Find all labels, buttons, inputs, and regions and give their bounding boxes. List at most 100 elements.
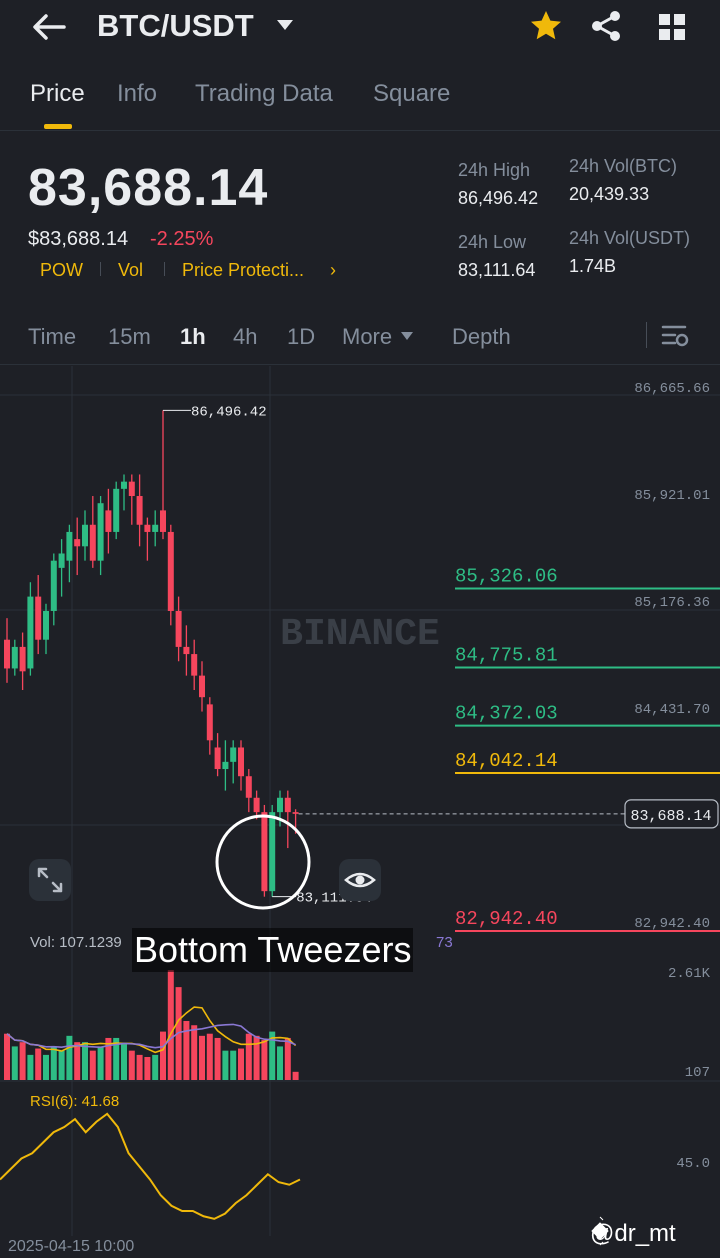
volume-axis-label: 2.61K bbox=[668, 966, 711, 982]
candle-body bbox=[136, 496, 143, 525]
candle-body bbox=[245, 776, 252, 798]
tab-trading-data[interactable]: Trading Data bbox=[195, 80, 333, 108]
price-axis-label: 82,942.40 bbox=[634, 916, 710, 932]
volume-bar bbox=[128, 1050, 135, 1080]
candle-body bbox=[89, 524, 96, 561]
candle-body bbox=[230, 747, 237, 762]
binance-watermark: BINANCE bbox=[280, 613, 440, 656]
volume-bar bbox=[97, 1046, 104, 1080]
interval-4h[interactable]: 4h bbox=[233, 324, 257, 350]
candle-body bbox=[35, 596, 42, 640]
interval-1h[interactable]: 1h bbox=[180, 324, 206, 350]
volume-bar bbox=[160, 1031, 166, 1080]
chart-top-divider bbox=[0, 364, 720, 365]
price-axis: 86,665.66 85,921.01 85,176.36 84,431.70 82,9… bbox=[634, 381, 710, 932]
price-axis-label: 85,176.36 bbox=[634, 595, 710, 611]
interval-time[interactable]: Time bbox=[28, 324, 76, 350]
candle-body bbox=[43, 610, 49, 640]
share-icon[interactable] bbox=[588, 8, 624, 44]
price-axis-label: 84,431.70 bbox=[634, 702, 710, 718]
stat-24h-high-label: 24h High bbox=[458, 160, 531, 180]
candle-body bbox=[19, 646, 26, 672]
percent-change: -2.25% bbox=[150, 228, 214, 250]
arrow-left-icon[interactable] bbox=[28, 10, 68, 44]
candle-body bbox=[175, 610, 182, 647]
candle-body bbox=[253, 797, 260, 813]
volume-bar bbox=[199, 1035, 205, 1080]
candle-body bbox=[191, 654, 198, 676]
candle-body bbox=[152, 524, 159, 532]
expand-icon[interactable] bbox=[29, 859, 71, 901]
caret-down-icon[interactable] bbox=[276, 18, 294, 32]
volume-bar bbox=[43, 1054, 49, 1080]
chart-settings-icon[interactable] bbox=[660, 322, 690, 350]
candle-body bbox=[121, 481, 127, 489]
top-bar: BTC/USDT bbox=[0, 0, 720, 56]
tag-separator bbox=[164, 262, 165, 276]
rsi-label: RSI(6): 41.68 bbox=[30, 1093, 120, 1110]
interval-depth[interactable]: Depth bbox=[452, 324, 511, 350]
volume-bar bbox=[74, 1042, 81, 1080]
stat-24h-vol-btc-label: 24h Vol(BTC) bbox=[569, 156, 678, 176]
volume-bar bbox=[144, 1057, 151, 1080]
active-tab-indicator bbox=[44, 124, 72, 129]
volume-bar bbox=[245, 1033, 252, 1080]
candle-body bbox=[277, 797, 283, 813]
candle-body bbox=[144, 524, 151, 532]
candle-body bbox=[113, 488, 120, 532]
tab-price[interactable]: Price bbox=[30, 80, 85, 108]
candle-body bbox=[214, 747, 221, 770]
caret-down-icon[interactable] bbox=[400, 331, 414, 341]
candle-body bbox=[284, 797, 291, 813]
volume-bar bbox=[4, 1033, 10, 1080]
pair-title[interactable]: BTC/USDT bbox=[97, 8, 254, 44]
candles bbox=[4, 410, 299, 897]
usd-price: $83,688.14 bbox=[28, 228, 129, 250]
tab-square[interactable]: Square bbox=[373, 80, 450, 108]
interval-15m[interactable]: 15m bbox=[108, 324, 151, 350]
candle-body bbox=[167, 531, 174, 611]
interval-more[interactable]: More bbox=[342, 324, 392, 350]
annotation-caption: Bottom Tweezers bbox=[132, 928, 414, 972]
interval-1d[interactable]: 1D bbox=[287, 324, 315, 350]
high-low-markers: 83,688.1486,496.4283,111.64 bbox=[163, 404, 719, 907]
candle-body bbox=[238, 747, 244, 777]
tag-pow[interactable]: POW bbox=[40, 260, 83, 281]
rsi-polyline bbox=[0, 1112, 301, 1220]
stat-24h-vol-usdt-label: 24h Vol(USDT) bbox=[569, 228, 691, 248]
volume-bar bbox=[284, 1037, 291, 1080]
tag-vol[interactable]: Vol bbox=[118, 260, 143, 281]
tab-info[interactable]: Info bbox=[117, 80, 157, 108]
chevron-right-icon[interactable]: › bbox=[330, 260, 336, 281]
candle-body bbox=[206, 704, 213, 741]
tag-separator bbox=[100, 262, 101, 276]
level-label: 84,042.14 bbox=[455, 750, 558, 772]
eye-icon[interactable] bbox=[339, 859, 381, 901]
star-icon[interactable] bbox=[528, 8, 564, 44]
candlestick-chart[interactable]: BINANCE 85,326.06 84,775.81 84,372.03 84,04… bbox=[0, 366, 720, 1258]
volume-bar bbox=[66, 1035, 73, 1080]
volume-bar bbox=[11, 1046, 18, 1080]
candle-body bbox=[58, 553, 65, 568]
grid-icon[interactable] bbox=[655, 10, 689, 44]
volume-bar bbox=[206, 1033, 213, 1080]
volume-bar bbox=[152, 1054, 159, 1080]
volume-bar bbox=[222, 1050, 229, 1080]
stat-24h-vol-btc-value: 20,439.33 bbox=[569, 184, 650, 204]
candle-body bbox=[261, 812, 268, 892]
volume-bar bbox=[214, 1037, 221, 1080]
volume-bar bbox=[58, 1050, 65, 1080]
volume-bar bbox=[136, 1054, 143, 1080]
volume-ma-line bbox=[6, 1006, 297, 1054]
price-levels: 85,326.06 84,775.81 84,372.03 84,042.14 82,9… bbox=[455, 565, 720, 932]
candle-body bbox=[74, 539, 81, 547]
tag-price-protection[interactable]: Price Protecti... bbox=[182, 260, 304, 281]
tabs-divider bbox=[0, 130, 720, 131]
price-axis-label: 86,665.66 bbox=[634, 381, 710, 397]
volume-bar bbox=[230, 1050, 237, 1080]
volume-bar bbox=[19, 1042, 26, 1080]
current-price-text: 83,688.14 bbox=[630, 808, 711, 825]
volume-bar bbox=[292, 1071, 299, 1080]
candle-body bbox=[269, 812, 276, 892]
candle-body bbox=[222, 761, 229, 770]
